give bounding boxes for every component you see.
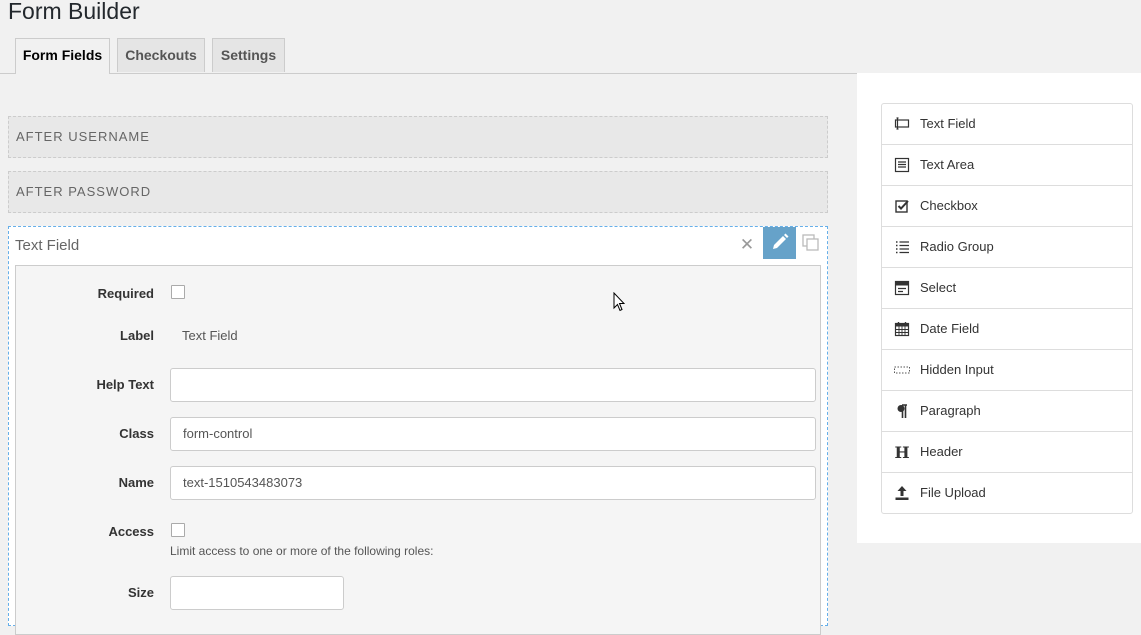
label-label: Label — [120, 328, 154, 343]
access-checkbox[interactable] — [171, 523, 185, 537]
controls-panel: Text Field Text Area Checkbox Radio Grou… — [857, 73, 1141, 543]
control-select[interactable]: Select — [882, 268, 1132, 309]
tab-checkouts[interactable]: Checkouts — [117, 38, 205, 72]
required-label: Required — [97, 286, 154, 301]
control-checkbox[interactable]: Checkbox — [882, 186, 1132, 227]
copy-field-button[interactable] — [802, 234, 820, 252]
radio-group-icon — [896, 241, 909, 254]
field-settings-panel: Required Label Text Field Help Text Clas… — [15, 265, 821, 635]
control-hidden-input[interactable]: Hidden Input — [882, 350, 1132, 391]
control-date-field[interactable]: Date Field — [882, 309, 1132, 350]
control-label: Date Field — [920, 321, 980, 336]
control-label: Select — [920, 280, 957, 295]
field-card-title: Text Field — [15, 237, 80, 254]
label-value[interactable]: Text Field — [182, 328, 238, 343]
control-radio-group[interactable]: Radio Group — [882, 227, 1132, 268]
control-text-area[interactable]: Text Area — [882, 145, 1132, 186]
close-icon: ✕ — [739, 235, 755, 254]
text-area-icon — [894, 157, 910, 173]
edit-field-button[interactable] — [763, 227, 796, 259]
mouse-cursor-icon — [613, 292, 625, 312]
header-icon: H — [894, 444, 909, 460]
control-label: File Upload — [920, 485, 986, 500]
text-field-card: Text Field ✕ Required Label Text Field H… — [8, 226, 828, 635]
pencil-icon — [773, 233, 789, 249]
control-file-upload[interactable]: File Upload — [882, 473, 1132, 513]
select-icon — [894, 280, 910, 296]
hidden-input-icon — [894, 366, 910, 374]
control-paragraph[interactable]: Paragraph — [882, 391, 1132, 432]
control-label: Header — [920, 444, 963, 459]
required-checkbox[interactable] — [171, 285, 185, 299]
control-header[interactable]: H Header — [882, 432, 1132, 473]
drop-zone-after-username[interactable]: AFTER USERNAME — [8, 116, 828, 158]
date-field-icon — [894, 322, 910, 337]
control-text-field[interactable]: Text Field — [882, 104, 1132, 145]
controls-list: Text Field Text Area Checkbox Radio Grou… — [881, 103, 1133, 514]
page-title: Form Builder — [8, 0, 140, 24]
name-label: Name — [118, 475, 154, 490]
help-text-input[interactable] — [170, 368, 816, 402]
svg-text:H: H — [894, 444, 909, 460]
control-label: Text Area — [920, 157, 975, 172]
class-label: Class — [119, 426, 154, 441]
control-label: Hidden Input — [920, 362, 994, 377]
text-field-icon — [894, 117, 910, 130]
size-input[interactable] — [170, 576, 344, 610]
size-label: Size — [127, 585, 154, 600]
control-label: Radio Group — [920, 239, 994, 254]
help-text-label: Help Text — [96, 377, 154, 392]
checkbox-icon — [895, 200, 909, 213]
class-input[interactable]: form-control — [170, 417, 816, 451]
name-input[interactable]: text-1510543483073 — [170, 466, 816, 500]
tab-form-fields[interactable]: Form Fields — [15, 38, 110, 74]
control-label: Checkbox — [920, 198, 978, 213]
access-help-text: Limit access to one or more of the follo… — [170, 544, 434, 558]
remove-field-button[interactable]: ✕ — [737, 235, 757, 255]
control-label: Paragraph — [920, 403, 981, 418]
paragraph-icon — [897, 404, 907, 418]
access-label: Access — [108, 524, 154, 539]
tab-bar: Form Fields Checkouts Settings — [0, 38, 1141, 74]
drop-zone-after-password[interactable]: AFTER PASSWORD — [8, 171, 828, 213]
tab-settings[interactable]: Settings — [212, 38, 285, 72]
control-label: Text Field — [920, 116, 976, 131]
file-upload-icon — [895, 486, 909, 500]
copy-icon — [802, 234, 819, 251]
